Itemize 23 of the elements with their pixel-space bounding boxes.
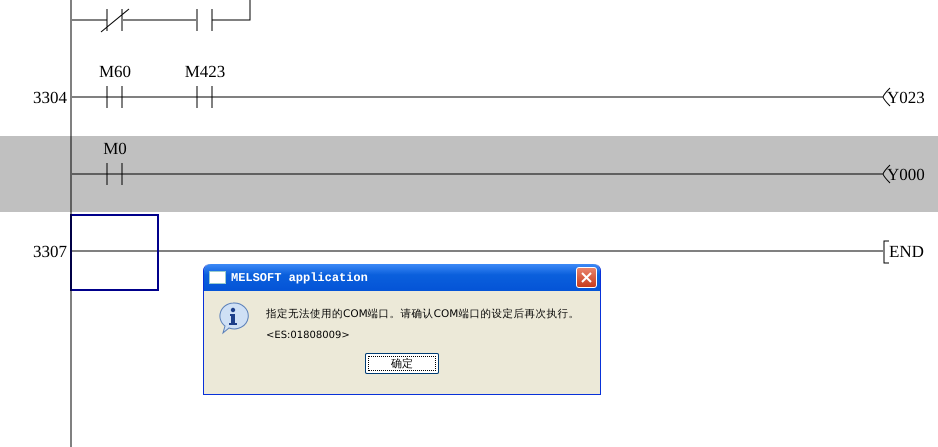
error-message: 指定无法使用的COM端口。请确认COM端口的设定后再次执行。 — [266, 307, 580, 321]
close-icon — [581, 272, 592, 283]
coil-label: Y000 — [887, 165, 925, 184]
branch-line — [212, 0, 250, 20]
ok-button[interactable]: 确定 — [365, 353, 439, 374]
step-number: 3304 — [33, 88, 67, 107]
end-bracket — [884, 240, 890, 264]
no-contact — [106, 86, 122, 108]
device-label: M0 — [103, 139, 127, 158]
close-button[interactable] — [576, 267, 597, 288]
device-label: M423 — [184, 62, 226, 81]
coil-label: Y023 — [887, 88, 925, 107]
error-code: <ES:01808009> — [266, 330, 351, 341]
window-icon — [209, 271, 226, 284]
no-contact — [196, 86, 212, 108]
no-contact — [106, 162, 122, 186]
device-label: M60 — [98, 62, 132, 81]
nc-contact — [100, 8, 130, 32]
end-instruction: END — [889, 242, 924, 261]
no-contact — [196, 8, 212, 32]
step-number: 3307 — [33, 242, 67, 261]
info-icon — [217, 301, 249, 335]
dialog-title: MELSOFT application — [231, 270, 369, 284]
